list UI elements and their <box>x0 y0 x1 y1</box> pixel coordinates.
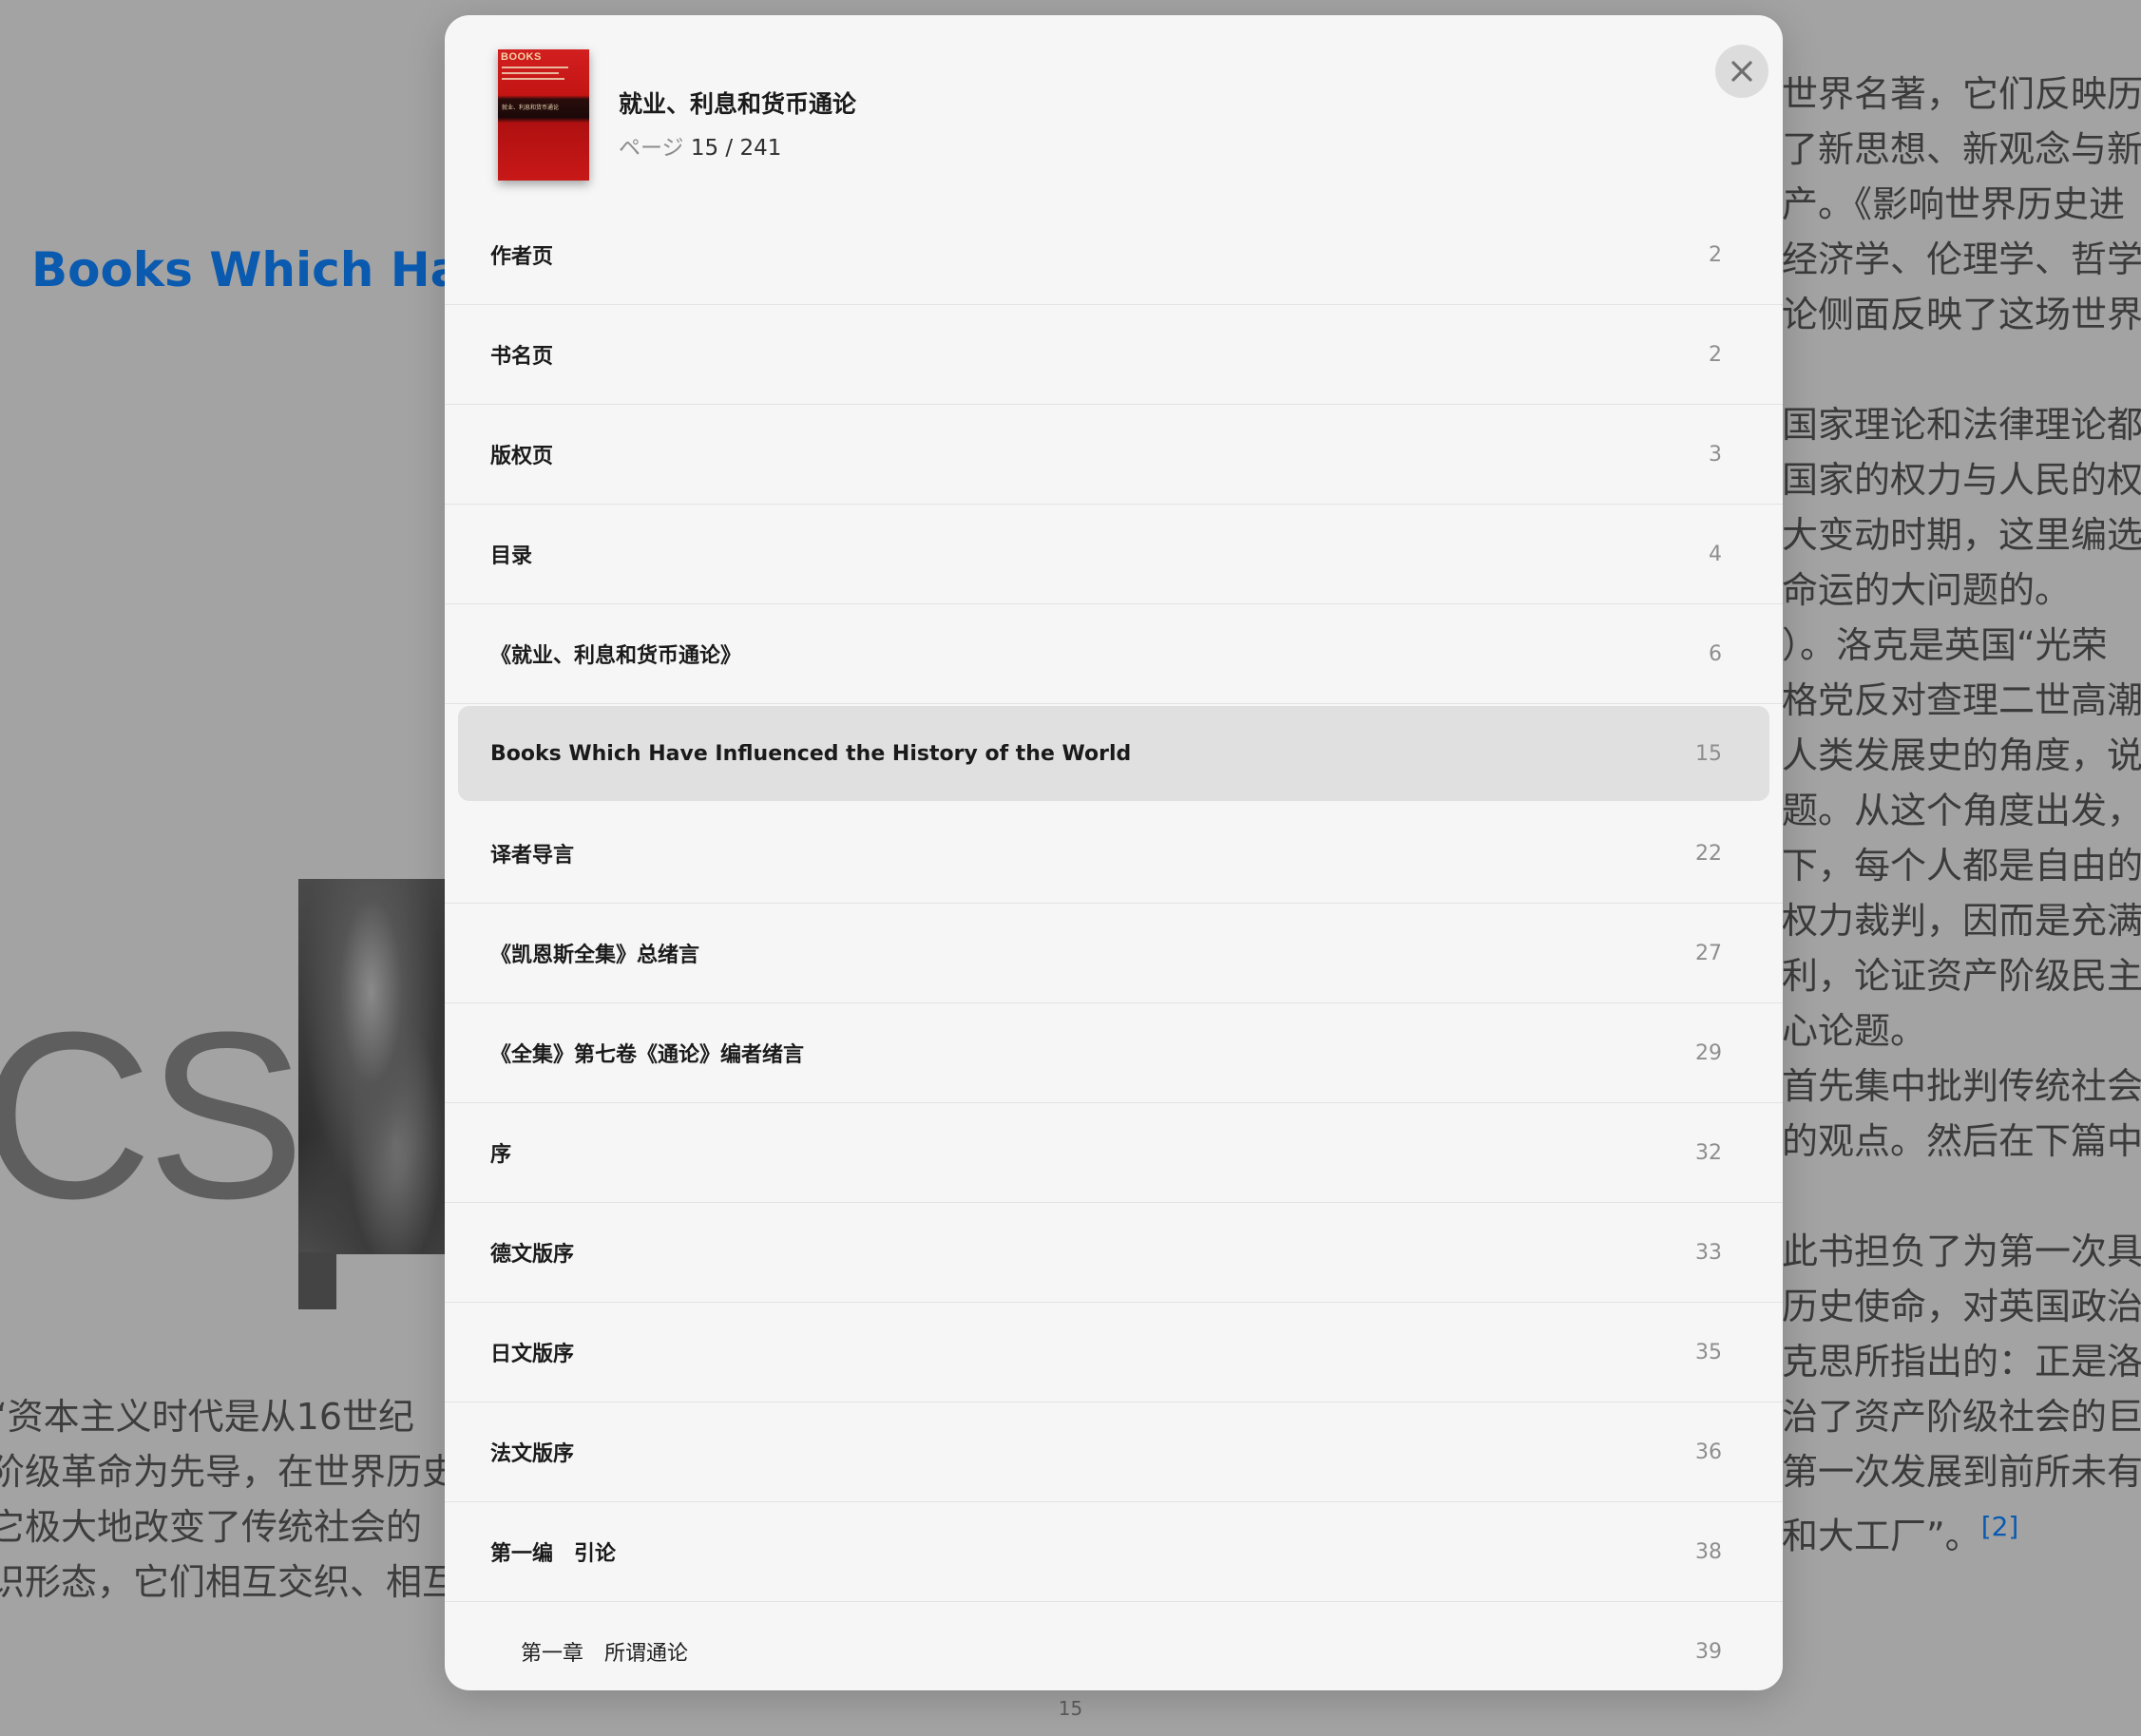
toc-item-page-number: 39 <box>1695 1639 1722 1664</box>
toc-item[interactable]: 目录 4 <box>445 505 1783 604</box>
toc-item[interactable]: Books Which Have Influenced the History … <box>445 704 1783 804</box>
toc-item-label: 目录 <box>490 544 533 568</box>
background-right-line: 的观点。然后在下篇中 <box>1782 1120 2141 1162</box>
toc-item[interactable]: 《全集》第七卷《通论》编者绪言 29 <box>445 1003 1783 1103</box>
toc-item[interactable]: 《就业、利息和货币通论》 6 <box>445 604 1783 704</box>
toc-item[interactable]: 译者导言 22 <box>445 804 1783 904</box>
toc-item-page-number: 6 <box>1709 641 1722 666</box>
background-right-line: 下，每个人都是自由的 <box>1782 845 2141 887</box>
cover-brand-text: BOOKS <box>501 51 542 63</box>
book-title: 就业、利息和货币通论 <box>619 90 857 118</box>
background-left-line: “资本主义时代是从16世纪 <box>0 1396 415 1438</box>
toc-item-page-number: 4 <box>1709 542 1722 566</box>
background-right-line: 克思所指出的：正是洛 <box>1782 1341 2141 1383</box>
background-right-line: 题。从这个角度出发， <box>1782 790 2141 831</box>
background-right-line: 权力裁判，因而是充满 <box>1782 900 2141 942</box>
toc-item[interactable]: 版权页 3 <box>445 405 1783 505</box>
background-right-line: 了新思想、新观念与新 <box>1782 128 2141 170</box>
background-right-line: 和大工厂”。[2] <box>1782 1499 2141 1557</box>
page-indicator-value: 15 / 241 <box>690 136 782 161</box>
background-right-line: 此书担负了为第一次具 <box>1782 1230 2141 1272</box>
background-page-number: 15 <box>1058 1697 1083 1720</box>
background-right-line: 经济学、伦理学、哲学 <box>1782 238 2141 280</box>
background-right-column: 世界名著，它们反映历 了新思想、新观念与新 产。《影响世界历史进 经济学、伦理学、哲学… <box>1782 67 2141 1557</box>
background-right-line: 利，论证资产阶级民主 <box>1782 955 2141 997</box>
page-indicator: ページ 15 / 241 <box>619 129 781 162</box>
toc-item-label: 法文版序 <box>490 1442 575 1466</box>
close-icon <box>1731 61 1752 82</box>
toc-item[interactable]: 德文版序 33 <box>445 1203 1783 1303</box>
toc-item-page-number: 2 <box>1709 342 1722 367</box>
toc-item-label: 第一编 引论 <box>490 1542 617 1566</box>
background-right-line: 格党反对查理二世高潮 <box>1782 679 2141 721</box>
background-right-line: 心论题。 <box>1782 1010 1927 1052</box>
toc-item[interactable]: 作者页 2 <box>445 205 1783 305</box>
toc-item-label: 作者页 <box>490 245 554 269</box>
background-left-paragraph: “资本主义时代是从16世纪 阶级革命为先导，在世界历史 它极大地改变了传统社会的… <box>0 1389 459 1610</box>
toc-item-page-number: 29 <box>1695 1040 1722 1065</box>
toc-item[interactable]: 序 32 <box>445 1103 1783 1203</box>
footnote-link[interactable]: [2] <box>1981 1511 2019 1542</box>
toc-item-page-number: 27 <box>1695 941 1722 965</box>
cover-decoration <box>502 67 568 68</box>
background-right-line-text: 和大工厂”。 <box>1782 1515 1981 1557</box>
toc-item-label: 《就业、利息和货币通论》 <box>490 644 742 668</box>
toc-item-label: 日文版序 <box>490 1343 575 1366</box>
toc-item-label: 《全集》第七卷《通论》编者绪言 <box>490 1043 805 1067</box>
toc-item-page-number: 3 <box>1709 442 1722 467</box>
toc-item-page-number: 22 <box>1695 841 1722 866</box>
background-cover-text: CS <box>0 982 305 1248</box>
background-left-line: 它极大地改变了传统社会的 <box>0 1506 423 1548</box>
toc-item-page-number: 36 <box>1695 1440 1722 1464</box>
background-right-line: 历史使命，对英国政治 <box>1782 1286 2141 1327</box>
background-right-line: 国家的权力与人民的权 <box>1782 459 2141 501</box>
background-left-line: 识形态，它们相互交织、相互 <box>0 1561 459 1603</box>
toc-list: 作者页 2 书名页 2 版权页 3 目录 4 《就业、利息和货币通论》 6 Books Which … <box>445 205 1783 1690</box>
background-paragraph-gap <box>1782 1169 2141 1224</box>
background-paragraph-gap <box>1782 342 2141 397</box>
background-right-line: 人类发展史的角度，说 <box>1782 734 2141 776</box>
background-right-line: 治了资产阶级社会的巨 <box>1782 1396 2141 1438</box>
background-right-line: 第一次发展到前所未有 <box>1782 1451 2141 1493</box>
toc-item-label: 书名页 <box>490 345 554 369</box>
background-right-line: 命运的大问题的。 <box>1782 569 2072 611</box>
close-button[interactable] <box>1715 45 1768 98</box>
cover-decoration <box>502 78 564 80</box>
toc-item[interactable]: 日文版序 35 <box>445 1303 1783 1402</box>
toc-item-label: 第一章 所谓通论 <box>521 1642 689 1666</box>
toc-item-label: 序 <box>490 1143 512 1167</box>
background-right-line: ）。洛克是英国“光荣 <box>1782 624 2108 666</box>
toc-item-page-number: 33 <box>1695 1240 1722 1265</box>
background-right-line: 世界名著，它们反映历 <box>1782 73 2141 115</box>
toc-header: BOOKS 就业、利息和货币通论 就业、利息和货币通论 ページ 15 / 241 <box>445 15 1783 205</box>
background-engraving-base <box>298 1252 336 1309</box>
page-indicator-label: ページ <box>619 136 684 161</box>
toc-item-label: 《凯恩斯全集》总绪言 <box>490 944 700 967</box>
toc-item-label: 译者导言 <box>490 844 575 868</box>
toc-item-label: 版权页 <box>490 445 554 468</box>
toc-item-page-number: 2 <box>1709 242 1722 267</box>
background-right-line: 产。《影响世界历史进 <box>1782 183 2126 225</box>
book-cover-thumbnail: BOOKS 就业、利息和货币通论 <box>498 49 589 181</box>
toc-item-page-number: 32 <box>1695 1140 1722 1165</box>
toc-item-label: 德文版序 <box>490 1243 575 1267</box>
background-right-line: 大变动时期，这里编选 <box>1782 514 2141 556</box>
background-right-line: 首先集中批判传统社会 <box>1782 1065 2141 1107</box>
toc-item-page-number: 38 <box>1695 1539 1722 1564</box>
toc-item[interactable]: 第一编 引论 38 <box>445 1502 1783 1602</box>
toc-item[interactable]: 法文版序 36 <box>445 1402 1783 1502</box>
cover-decoration <box>502 72 559 74</box>
table-of-contents-sheet: BOOKS 就业、利息和货币通论 就业、利息和货币通论 ページ 15 / 241… <box>445 15 1783 1690</box>
background-engraving-image <box>298 879 460 1254</box>
toc-item[interactable]: 《凯恩斯全集》总绪言 27 <box>445 904 1783 1003</box>
toc-item[interactable]: 第一章 所谓通论 39 <box>445 1602 1783 1690</box>
toc-item-page-number: 35 <box>1695 1340 1722 1364</box>
toc-item-label: Books Which Have Influenced the History … <box>490 741 1132 766</box>
toc-item-page-number: 15 <box>1695 741 1722 766</box>
background-right-line: 国家理论和法律理论都 <box>1782 404 2141 446</box>
background-left-line: 阶级革命为先导，在世界历史 <box>0 1451 459 1493</box>
toc-item[interactable]: 书名页 2 <box>445 305 1783 405</box>
background-right-line: 论侧面反映了这场世界 <box>1782 294 2141 335</box>
cover-title-text: 就业、利息和货币通论 <box>502 105 560 111</box>
